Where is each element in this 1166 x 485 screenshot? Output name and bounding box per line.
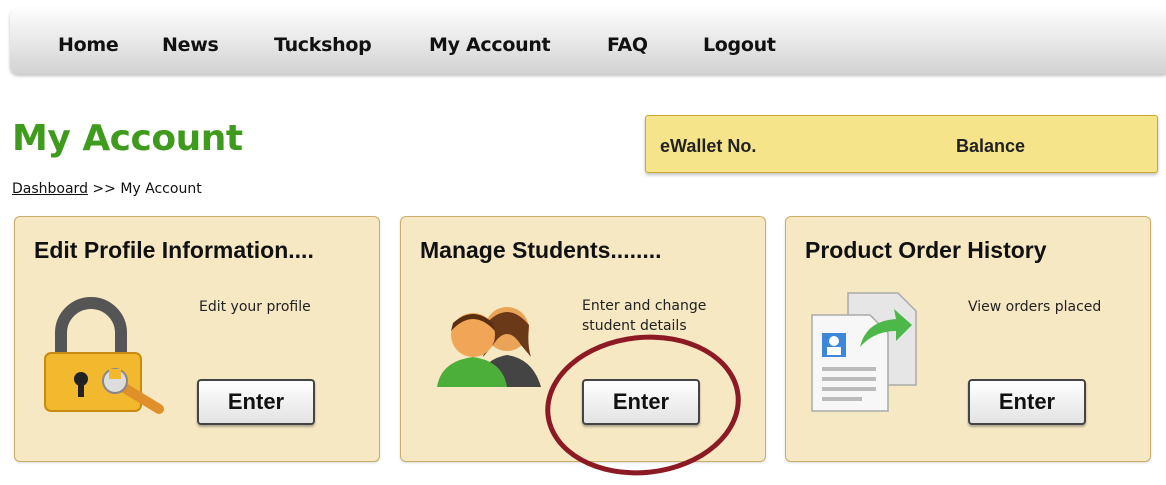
card-edit-profile: Edit Profile Information.... Edit your p… xyxy=(14,216,380,462)
breadcrumb-separator: >> xyxy=(92,181,116,197)
card-description: Enter and change student details xyxy=(582,296,706,336)
manage-students-enter-button[interactable]: Enter xyxy=(582,379,700,425)
document-arrow-icon xyxy=(811,292,917,412)
breadcrumb-dashboard-link[interactable]: Dashboard xyxy=(12,181,88,197)
card-description-line: Enter and change xyxy=(582,298,707,314)
ewallet-number-label: eWallet No. xyxy=(660,136,757,156)
card-title: Edit Profile Information.... xyxy=(34,237,314,263)
two-people-icon xyxy=(437,307,541,387)
ewallet-panel: eWallet No. Balance xyxy=(645,115,1158,173)
page-title: My Account xyxy=(12,118,243,159)
main-nav: Home News Tuckshop My Account FAQ Logout xyxy=(10,8,1166,74)
card-title: Manage Students........ xyxy=(420,237,662,263)
edit-profile-enter-button[interactable]: Enter xyxy=(197,379,315,425)
card-description: View orders placed xyxy=(968,299,1102,315)
card-title: Product Order History xyxy=(805,237,1047,263)
nav-faq[interactable]: FAQ xyxy=(607,34,648,56)
nav-tuckshop[interactable]: Tuckshop xyxy=(274,34,372,56)
nav-news[interactable]: News xyxy=(162,34,219,56)
breadcrumb-current: My Account xyxy=(120,181,202,197)
nav-my-account[interactable]: My Account xyxy=(429,34,551,56)
padlock-wrench-icon xyxy=(44,297,164,414)
card-manage-students: Manage Students........ Enter and change… xyxy=(400,216,766,462)
card-description: Edit your profile xyxy=(199,299,311,315)
ewallet-balance-label: Balance xyxy=(956,136,1026,156)
card-order-history: Product Order History View orders placed… xyxy=(785,216,1151,462)
card-description-line: student details xyxy=(582,318,687,334)
nav-home[interactable]: Home xyxy=(58,34,119,56)
order-history-enter-button[interactable]: Enter xyxy=(968,379,1086,425)
breadcrumb: Dashboard >> My Account xyxy=(12,181,202,197)
nav-logout[interactable]: Logout xyxy=(703,34,776,56)
